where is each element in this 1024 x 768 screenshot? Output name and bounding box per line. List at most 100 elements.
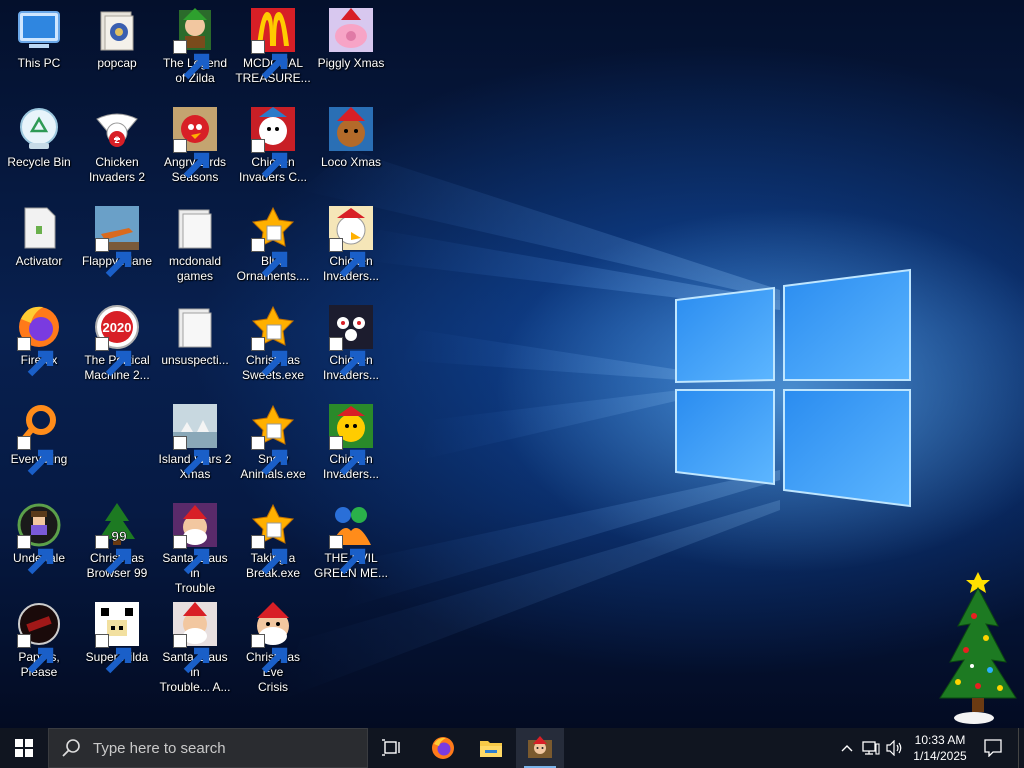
icon-chicken-invaders-3[interactable]: Chicken Invaders...: [312, 200, 390, 296]
christmas-browser-99-icon: 99: [93, 501, 141, 575]
action-center-button[interactable]: [978, 728, 1008, 768]
icon-angry-birds-seasons[interactable]: Angry Birds Seasons: [156, 101, 234, 197]
shortcut-arrow-icon: [251, 238, 288, 278]
political-machine-icon: 2020: [93, 303, 141, 377]
icon-political-machine[interactable]: 2020 The Political Machine 2...: [78, 299, 156, 395]
icon-recycle-bin[interactable]: Recycle Bin: [0, 101, 78, 197]
icon-mcdonal-treasure[interactable]: MCDONAL TREASURE...: [234, 2, 312, 98]
icon-label: Loco Xmas: [320, 155, 382, 169]
speaker-icon: [886, 740, 902, 756]
icon-chicken-invaders-2[interactable]: 2 Chicken Invaders 2: [78, 101, 156, 197]
shortcut-arrow-icon: [251, 40, 288, 80]
christmas-tree-icon: [939, 572, 1017, 724]
icon-mcdonald-games[interactable]: mcdonald games: [156, 200, 234, 296]
icon-loco-xmas[interactable]: Loco Xmas: [312, 101, 390, 197]
search-input[interactable]: Type here to search: [48, 728, 368, 768]
activator-file-icon: [15, 204, 63, 252]
blue-ornaments-icon: [249, 204, 297, 278]
shortcut-arrow-icon: [251, 436, 288, 476]
show-hidden-icons-button[interactable]: [836, 728, 858, 768]
shortcut-arrow-icon: [17, 436, 54, 476]
icon-taking-a-break[interactable]: Taking a Break.exe: [234, 497, 312, 593]
shortcut-arrow-icon: [173, 139, 210, 179]
icon-popcap[interactable]: popcap: [78, 2, 156, 98]
icon-santa-claus-in-trouble[interactable]: Santa Claus in Trouble: [156, 497, 234, 595]
taskbar-game-button[interactable]: [516, 728, 564, 768]
legend-of-zilda-icon: [171, 6, 219, 80]
flappy-plane-icon: [93, 204, 141, 278]
christmas-tree-gadget[interactable]: [928, 566, 1020, 728]
icon-firefox[interactable]: Firefox: [0, 299, 78, 395]
chicken-invaders-2-icon: 2: [93, 105, 141, 153]
icon-island-wars-2-xmas[interactable]: Island Wars 2 Xmas: [156, 398, 234, 494]
notification-icon: [984, 739, 1002, 757]
snow-animals-icon: [249, 402, 297, 476]
shortcut-arrow-icon: [329, 436, 366, 476]
shortcut-arrow-icon: [251, 337, 288, 377]
chicken-invaders-c-icon: [249, 105, 297, 179]
clock-date: 1/14/2025: [913, 749, 967, 763]
task-view-button[interactable]: [370, 728, 414, 768]
shortcut-arrow-icon: [173, 436, 210, 476]
santa-claus-in-trouble-again-icon: [171, 600, 219, 674]
chicken-invaders-3-icon: [327, 204, 375, 278]
santa-claus-in-trouble-icon: [171, 501, 219, 575]
this-pc-icon: [15, 6, 63, 54]
icon-chicken-invaders-5[interactable]: Chicken Invaders...: [312, 398, 390, 494]
icon-santa-claus-in-trouble-again[interactable]: Santa Claus in Trouble... A...: [156, 596, 234, 694]
icon-label: This PC: [17, 56, 61, 70]
piggly-xmas-icon: [327, 6, 375, 54]
clock[interactable]: 10:33 AM 1/14/2025: [908, 728, 972, 768]
icon-undertale[interactable]: Undertale: [0, 497, 78, 593]
icon-christmas-browser-99[interactable]: 99 Christmas Browser 99: [78, 497, 156, 593]
icon-christmas-eve-crisis[interactable]: Christmas Eve Crisis: [234, 596, 312, 694]
chicken-invaders-4-icon: [327, 303, 375, 377]
icon-everything[interactable]: Everything: [0, 398, 78, 494]
icon-legend-of-zilda[interactable]: The Legend of Zilda: [156, 2, 234, 98]
shortcut-arrow-icon: [95, 238, 132, 278]
icon-this-pc[interactable]: This PC: [0, 2, 78, 98]
icon-unsuspecting[interactable]: unsuspecti...: [156, 299, 234, 395]
icon-label: mcdonald games: [168, 254, 222, 283]
christmas-eve-crisis-icon: [249, 600, 297, 674]
chevron-up-icon: [841, 745, 853, 752]
file-explorer-icon: [480, 741, 502, 757]
shortcut-arrow-icon: [251, 535, 288, 575]
show-desktop-button[interactable]: [1018, 728, 1024, 768]
shortcut-arrow-icon: [173, 634, 210, 674]
icon-chicken-invaders-4[interactable]: Chicken Invaders...: [312, 299, 390, 395]
taskbar-firefox-button[interactable]: [420, 728, 466, 768]
clock-time: 10:33 AM: [914, 733, 966, 747]
taskbar-file-explorer-button[interactable]: [468, 728, 514, 768]
firefox-icon: [15, 303, 63, 377]
icon-label: Recycle Bin: [7, 155, 71, 169]
angry-birds-seasons-icon: [171, 105, 219, 179]
icon-blue-ornaments[interactable]: Blue Ornaments....: [234, 200, 312, 296]
recycle-bin-icon: [15, 105, 63, 153]
shortcut-arrow-icon: [95, 535, 132, 575]
shortcut-arrow-icon: [251, 139, 288, 179]
icon-piggly-xmas[interactable]: Piggly Xmas: [312, 2, 390, 98]
icon-papers-please[interactable]: Papers, Please: [0, 596, 78, 692]
network-button[interactable]: [860, 728, 882, 768]
shortcut-arrow-icon: [17, 337, 54, 377]
icon-activator[interactable]: Activator: [0, 200, 78, 296]
icon-snow-animals[interactable]: Snow Animals.exe: [234, 398, 312, 494]
start-button[interactable]: [0, 728, 48, 768]
icon-chicken-invaders-c[interactable]: Chicken Invaders C...: [234, 101, 312, 197]
shortcut-arrow-icon: [329, 535, 366, 575]
desktop[interactable]: This PC popcap The Legend of Zilda MCDONAL …: [0, 0, 1024, 728]
shortcut-arrow-icon: [329, 337, 366, 377]
icon-the-evil-green-me[interactable]: THE EVIL GREEN ME...: [312, 497, 390, 593]
icon-super-hilda[interactable]: Super Hilda: [78, 596, 156, 692]
icon-label: popcap: [97, 56, 137, 70]
shortcut-arrow-icon: [95, 634, 132, 674]
taking-a-break-icon: [249, 501, 297, 575]
everything-search-icon: [15, 402, 63, 476]
icon-christmas-sweets[interactable]: Christmas Sweets.exe: [234, 299, 312, 395]
volume-button[interactable]: [884, 728, 906, 768]
svg-text:2: 2: [114, 135, 119, 145]
network-icon: [862, 741, 880, 755]
icon-flappy-plane[interactable]: Flappy Plane: [78, 200, 156, 296]
shortcut-arrow-icon: [329, 238, 366, 278]
